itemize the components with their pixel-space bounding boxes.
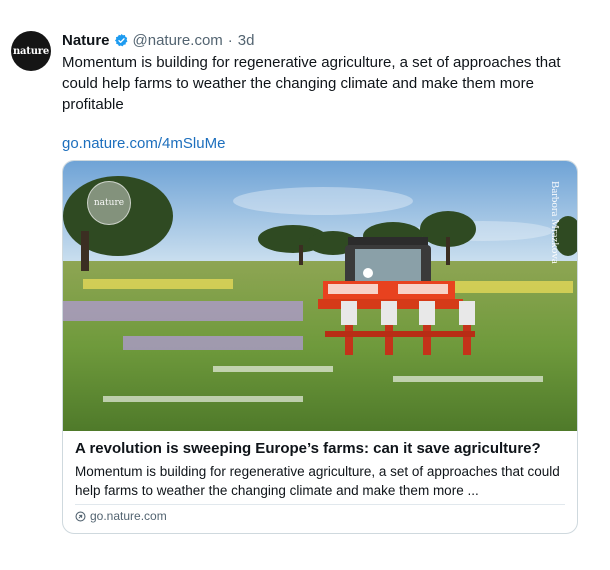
avatar-text: nature (12, 45, 50, 57)
avatar[interactable]: nature (11, 31, 51, 71)
card-title[interactable]: A revolution is sweeping Europe’s farms:… (75, 439, 565, 459)
verified-badge-icon (114, 33, 127, 46)
card-description: Momentum is building for regenerative ag… (75, 464, 560, 498)
author-handle[interactable]: @nature.com (133, 32, 223, 49)
field-tractor-photo (63, 161, 577, 431)
card-image: nature Barbora Mrazkova (63, 161, 577, 431)
card-domain[interactable]: go.nature.com (75, 509, 167, 523)
separator: · (227, 31, 233, 49)
post-link[interactable]: go.nature.com/4mSluMe (62, 133, 225, 154)
post-header: Nature @nature.com · 3d (62, 30, 254, 50)
post-timestamp[interactable]: 3d (238, 32, 255, 49)
post: nature Nature @nature.com · 3d Momentum … (0, 0, 610, 570)
photo-credit: Barbora Mrazkova (549, 181, 561, 264)
watermark-logo-text: nature (93, 198, 125, 208)
card-divider (75, 504, 565, 505)
link-preview-card[interactable]: nature Barbora Mrazkova A revolution is … (62, 160, 578, 534)
author-name[interactable]: Nature (62, 32, 110, 49)
post-text: Momentum is building for regenerative ag… (62, 54, 561, 113)
card-domain-text: go.nature.com (90, 509, 167, 523)
link-icon (75, 510, 86, 522)
nature-watermark-logo: nature (87, 181, 131, 225)
